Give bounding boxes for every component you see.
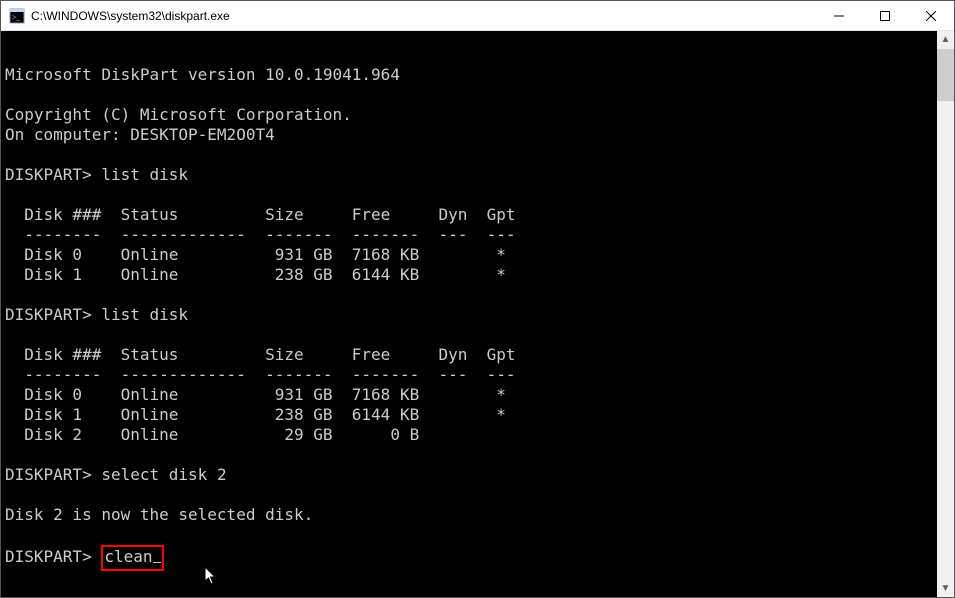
table-row: Disk 2 Online 29 GB 0 B (5, 425, 419, 444)
app-window: >_ C:\WINDOWS\system32\diskpart.exe Micr… (0, 0, 955, 598)
minimize-button[interactable] (816, 1, 862, 31)
table-row: Disk 1 Online 238 GB 6144 KB * (5, 265, 506, 284)
table-row: Disk 0 Online 931 GB 7168 KB * (5, 245, 506, 264)
prompt: DISKPART> (5, 465, 92, 484)
computer-line: On computer: DESKTOP-EM2O0T4 (5, 125, 275, 144)
scroll-thumb[interactable] (937, 49, 954, 101)
terminal-output[interactable]: Microsoft DiskPart version 10.0.19041.96… (1, 31, 937, 597)
prompt: DISKPART> (5, 165, 92, 184)
table-row: Disk 0 Online 931 GB 7168 KB * (5, 385, 506, 404)
app-icon: >_ (9, 8, 25, 24)
command: clean (104, 547, 152, 566)
highlighted-command: clean (101, 545, 163, 571)
vertical-scrollbar[interactable]: ▲ ▼ (937, 31, 954, 597)
table-header: Disk ### Status Size Free Dyn Gpt (5, 345, 516, 364)
table-header: Disk ### Status Size Free Dyn Gpt (5, 205, 516, 224)
scroll-down-arrow[interactable]: ▼ (937, 580, 954, 597)
command: select disk 2 (101, 465, 226, 484)
version-line: Microsoft DiskPart version 10.0.19041.96… (5, 65, 400, 84)
prompt: DISKPART> (5, 305, 92, 324)
svg-text:>_: >_ (12, 13, 22, 22)
response-line: Disk 2 is now the selected disk. (5, 505, 313, 524)
close-button[interactable] (908, 1, 954, 31)
table-divider: -------- ------------- ------- ------- -… (5, 225, 516, 244)
copyright-line: Copyright (C) Microsoft Corporation. (5, 105, 352, 124)
window-title: C:\WINDOWS\system32\diskpart.exe (31, 9, 230, 23)
command: list disk (101, 305, 188, 324)
text-cursor (153, 562, 161, 563)
maximize-button[interactable] (862, 1, 908, 31)
command: list disk (101, 165, 188, 184)
table-divider: -------- ------------- ------- ------- -… (5, 365, 516, 384)
prompt: DISKPART> (5, 547, 92, 566)
titlebar[interactable]: >_ C:\WINDOWS\system32\diskpart.exe (1, 1, 954, 31)
client-area: Microsoft DiskPart version 10.0.19041.96… (1, 31, 954, 597)
table-row: Disk 1 Online 238 GB 6144 KB * (5, 405, 506, 424)
scroll-up-arrow[interactable]: ▲ (937, 31, 954, 48)
